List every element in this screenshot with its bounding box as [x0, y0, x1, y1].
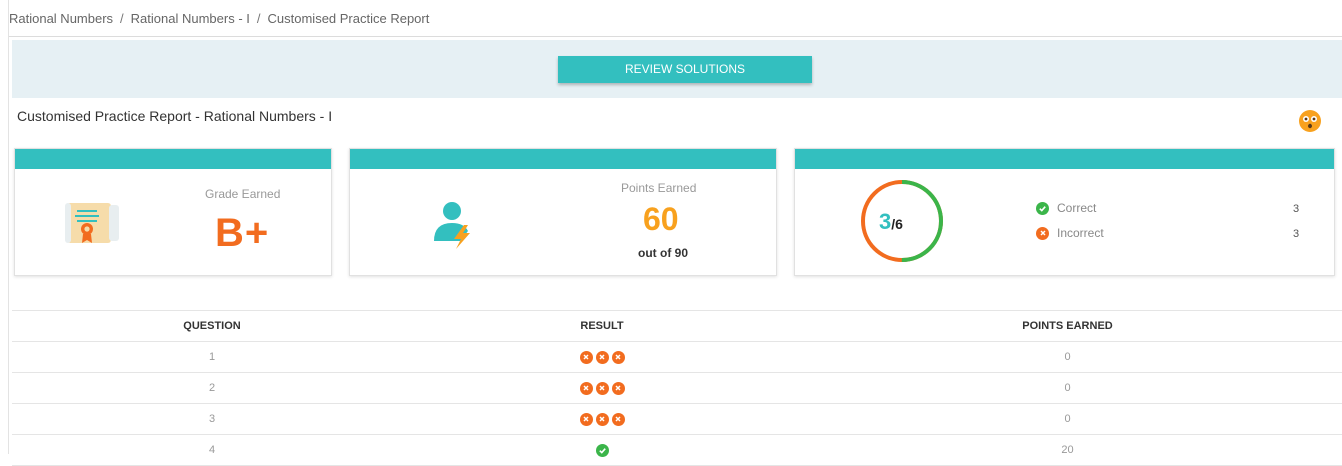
breadcrumb-separator: / — [256, 11, 261, 26]
check-circle-icon — [595, 443, 609, 457]
grade-earned-label: Grade Earned — [205, 187, 281, 201]
x-circle-icon — [579, 412, 593, 426]
table-row: 20 — [12, 373, 1342, 404]
result-icons — [412, 373, 792, 403]
result-cell — [412, 342, 792, 372]
table-row: 4 20 — [12, 435, 1342, 466]
score-card: 3/6 Correct 3 Incorrect 3 — [794, 148, 1335, 276]
table-row: 30 — [12, 404, 1342, 435]
breadcrumb-item-rational-numbers-i[interactable]: Rational Numbers - I — [131, 11, 250, 26]
points-earned-label: Points Earned — [621, 181, 697, 195]
x-circle-icon — [595, 350, 609, 364]
breadcrumb-separator: / — [120, 11, 124, 26]
points-out-of: out of 90 — [638, 246, 688, 260]
result-cell — [412, 435, 792, 465]
results-table: QUESTION RESULT POINTS EARNED 1 0 2 0 3 0 4 20 — [12, 310, 1342, 466]
table-body: 1 0 2 0 3 0 4 20 — [12, 342, 1342, 466]
question-number: 4 — [208, 444, 216, 456]
question-number: 2 — [208, 382, 216, 394]
question-number: 3 — [208, 413, 216, 425]
grade-card-header — [15, 149, 331, 169]
x-circle-icon — [611, 350, 625, 364]
surprised-face-icon[interactable] — [1298, 109, 1322, 133]
points-earned-value: 20 — [1061, 444, 1074, 456]
user-bolt-icon — [434, 202, 470, 249]
score-correct-number: 3 — [879, 209, 892, 234]
page-frame: Rational Numbers / Rational Numbers - I / Cu… — [8, 0, 1342, 466]
result-icons — [412, 342, 792, 372]
header-result: RESULT — [580, 320, 624, 332]
legend-incorrect: Incorrect — [1036, 226, 1104, 240]
points-card: Points Earned 60 out of 90 — [349, 148, 777, 276]
x-circle-icon — [611, 412, 625, 426]
points-earned-value: 0 — [1064, 413, 1071, 425]
x-circle-icon — [595, 381, 609, 395]
legend-correct-count: 3 — [1293, 203, 1300, 215]
review-solutions-button[interactable]: REVIEW SOLUTIONS — [558, 56, 812, 83]
score-fraction: 3/6 — [879, 209, 903, 235]
legend-correct: Correct — [1036, 201, 1096, 215]
legend-incorrect-label: Incorrect — [1057, 226, 1104, 240]
points-earned-value: 0 — [1064, 351, 1071, 363]
result-icons — [412, 404, 792, 434]
x-circle-icon — [611, 381, 625, 395]
header-points-earned: POINTS EARNED — [1022, 320, 1113, 332]
certificate-icon — [65, 203, 119, 243]
points-earned-value: 0 — [1064, 382, 1071, 394]
grade-card: Grade Earned B+ — [14, 148, 332, 276]
result-cell — [412, 404, 792, 434]
result-cell — [412, 373, 792, 403]
result-icons — [412, 435, 792, 465]
check-circle-icon — [1036, 201, 1049, 215]
header-question: QUESTION — [183, 320, 241, 332]
legend-incorrect-count: 3 — [1293, 228, 1300, 240]
breadcrumb: Rational Numbers / Rational Numbers - I / Cu… — [9, 0, 1342, 37]
review-banner: REVIEW SOLUTIONS — [12, 40, 1342, 98]
score-total-number: /6 — [891, 216, 903, 232]
question-number: 1 — [208, 351, 216, 363]
x-circle-icon — [1036, 226, 1049, 240]
score-card-header — [795, 149, 1334, 169]
x-circle-icon — [595, 412, 609, 426]
x-circle-icon — [579, 350, 593, 364]
x-circle-icon — [579, 381, 593, 395]
breadcrumb-item-current: Customised Practice Report — [267, 11, 430, 26]
breadcrumb-item-rational-numbers[interactable]: Rational Numbers — [9, 11, 113, 26]
legend-correct-label: Correct — [1057, 201, 1097, 215]
points-value: 60 — [643, 201, 679, 237]
grade-value: B+ — [215, 211, 270, 255]
report-title: Customised Practice Report - Rational Nu… — [17, 108, 333, 124]
points-card-header — [350, 149, 776, 169]
table-header-row: QUESTION RESULT POINTS EARNED — [12, 311, 1342, 342]
table-row: 10 — [12, 342, 1342, 373]
